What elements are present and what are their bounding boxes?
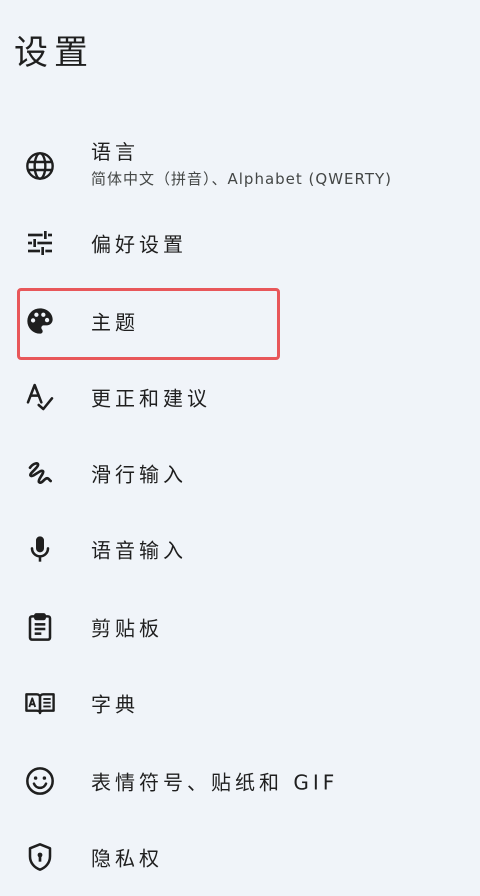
settings-item-dictionary[interactable]: 字典 xyxy=(0,664,480,742)
settings-item-label: 滑行输入 xyxy=(91,462,187,487)
spellcheck-icon xyxy=(24,381,56,413)
settings-item-voice[interactable]: 语音输入 xyxy=(0,510,480,588)
settings-item-privacy[interactable]: 隐私权 xyxy=(0,818,480,896)
settings-item-label: 字典 xyxy=(91,692,139,717)
settings-item-clipboard[interactable]: 剪贴板 xyxy=(0,588,480,666)
settings-item-label: 表情符号、贴纸和 GIF xyxy=(91,770,339,795)
settings-item-preferences[interactable]: 偏好设置 xyxy=(0,204,480,282)
page-title: 设置 xyxy=(14,33,94,73)
settings-item-label: 主题 xyxy=(91,310,139,335)
settings-item-theme[interactable]: 主题 xyxy=(0,282,480,360)
clipboard-icon xyxy=(24,611,56,643)
settings-item-correction[interactable]: 更正和建议 xyxy=(0,358,480,436)
globe-icon xyxy=(24,150,56,182)
settings-item-sublabel: 简体中文（拼音）、Alphabet (QWERTY) xyxy=(91,170,393,188)
gesture-icon xyxy=(24,457,56,489)
settings-item-label: 偏好设置 xyxy=(91,232,187,257)
settings-item-emoji[interactable]: 表情符号、贴纸和 GIF xyxy=(0,742,480,820)
shield-icon xyxy=(24,841,56,873)
tune-icon xyxy=(24,227,56,259)
settings-item-label: 语音输入 xyxy=(91,538,187,563)
settings-item-label: 语言 xyxy=(91,140,139,164)
settings-item-label: 剪贴板 xyxy=(91,616,163,641)
dictionary-icon xyxy=(24,687,56,719)
settings-item-label: 更正和建议 xyxy=(91,386,211,411)
mic-icon xyxy=(24,533,56,565)
settings-item-label: 隐私权 xyxy=(91,846,163,871)
palette-icon xyxy=(24,305,56,337)
emoji-icon xyxy=(24,765,56,797)
settings-item-glide[interactable]: 滑行输入 xyxy=(0,434,480,512)
settings-item-language[interactable]: 语言 简体中文（拼音）、Alphabet (QWERTY) xyxy=(0,112,480,198)
